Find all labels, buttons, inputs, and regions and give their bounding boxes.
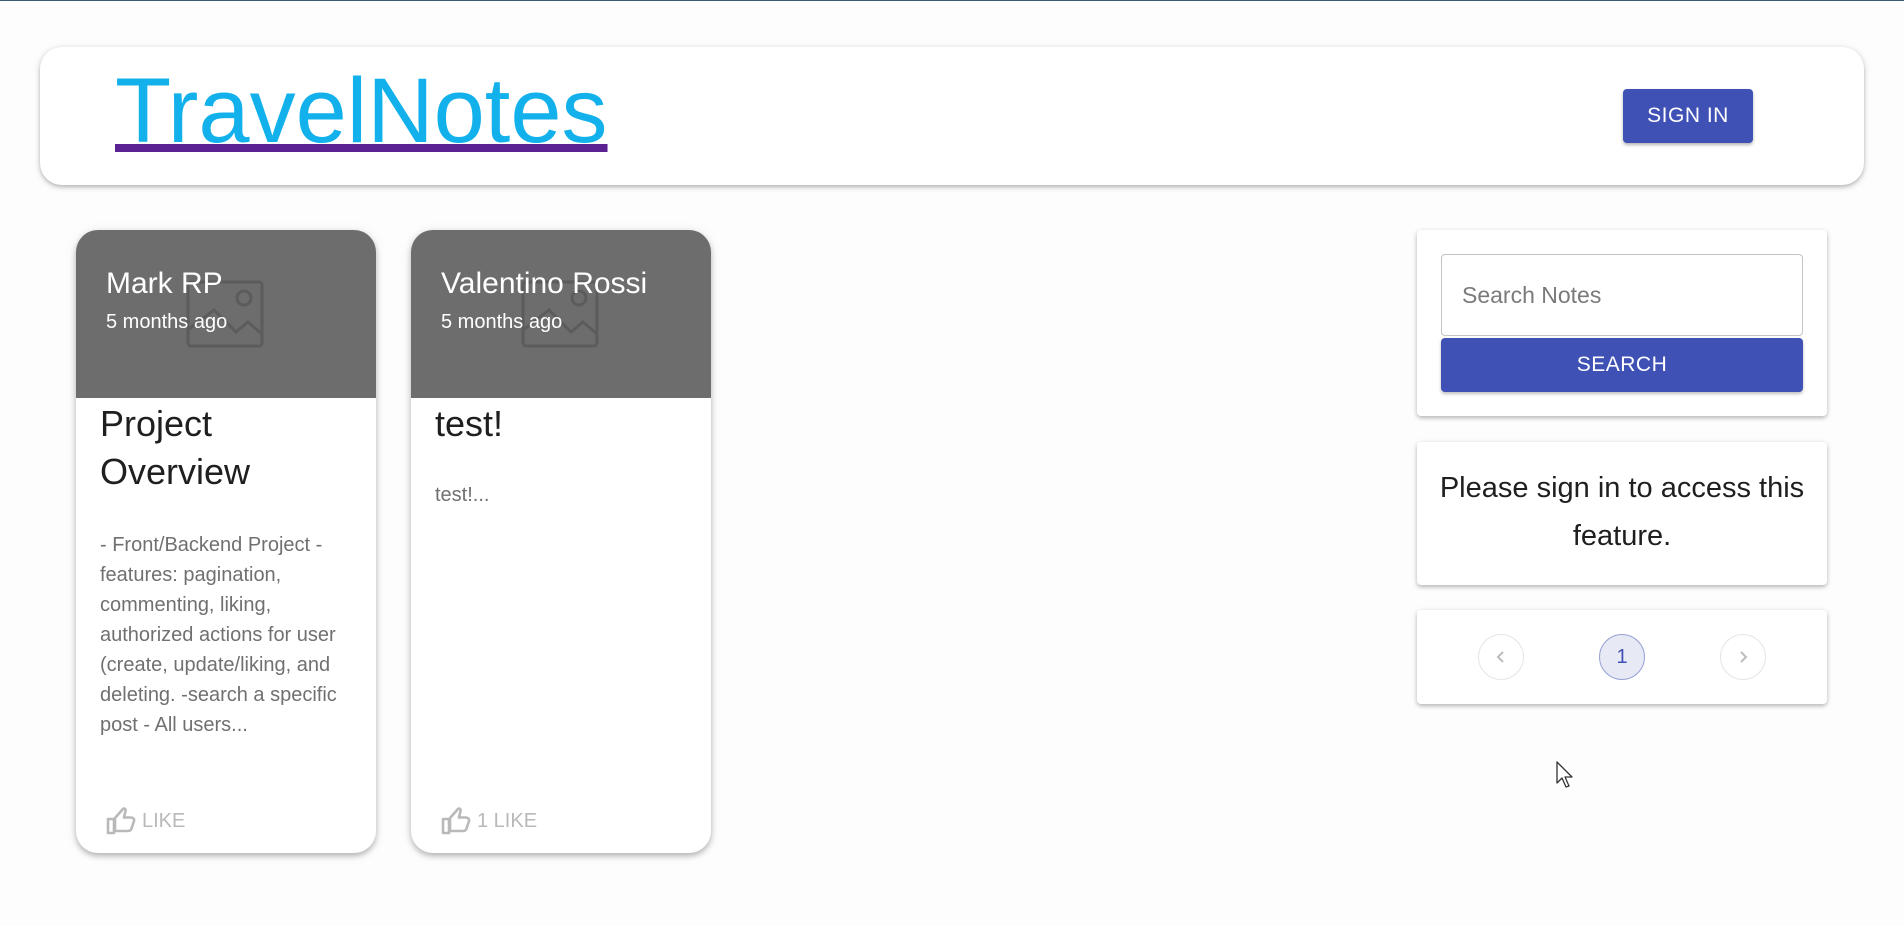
post-time: 5 months ago <box>441 311 563 333</box>
chevron-left-icon <box>1496 651 1504 663</box>
like-button[interactable]: LIKE <box>106 805 185 837</box>
thumb-up-icon <box>441 807 471 835</box>
post-card: Valentino Rossi 5 months ago test! test!… <box>411 230 711 853</box>
post-excerpt: test!... <box>435 484 490 506</box>
signin-notice-panel: Please sign in to access this feature. <box>1417 442 1827 585</box>
signin-notice-text: Please sign in to access this feature. <box>1439 472 1805 552</box>
post-time: 5 months ago <box>106 311 228 333</box>
post-media: Mark RP 5 months ago <box>76 230 376 398</box>
pagination: 1 <box>1417 610 1827 704</box>
like-button[interactable]: 1 LIKE <box>441 805 537 837</box>
search-button[interactable]: SEARCH <box>1441 338 1803 392</box>
post-author: Valentino Rossi <box>441 267 648 300</box>
like-label: LIKE <box>142 809 186 832</box>
app-bar: TravelNotes SIGN IN <box>40 47 1864 185</box>
post-card: Mark RP 5 months ago Project Overview - … <box>76 230 376 853</box>
post-title: Project Overview <box>100 403 251 492</box>
sign-in-button[interactable]: SIGN IN <box>1623 89 1753 143</box>
post-title: test! <box>435 403 504 444</box>
mouse-pointer-icon <box>1556 761 1573 788</box>
search-panel: SEARCH <box>1417 230 1827 416</box>
thumb-up-icon <box>106 807 136 835</box>
chevron-right-icon <box>1740 651 1748 663</box>
prev-page-button[interactable] <box>1478 634 1524 680</box>
post-excerpt: - Front/Backend Project - features: pagi… <box>100 534 337 736</box>
brand-logo-link[interactable]: TravelNotes <box>115 61 608 161</box>
next-page-button[interactable] <box>1720 634 1766 680</box>
search-input[interactable] <box>1441 254 1803 336</box>
post-media: Valentino Rossi 5 months ago <box>411 230 711 398</box>
post-author: Mark RP <box>106 267 223 300</box>
like-label: 1 LIKE <box>477 809 538 832</box>
page-button-current[interactable]: 1 <box>1599 634 1645 680</box>
